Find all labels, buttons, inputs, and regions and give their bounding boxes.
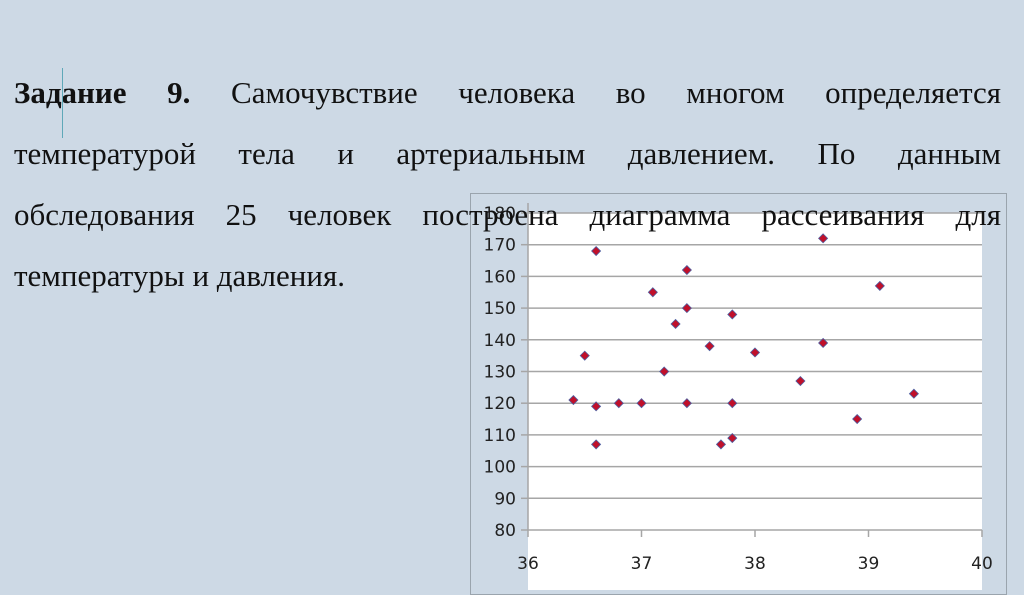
x-tick-label: 40 xyxy=(971,554,993,574)
x-tick-label: 37 xyxy=(631,554,653,574)
y-tick-label: 120 xyxy=(484,394,516,414)
y-tick-label: 100 xyxy=(484,458,516,478)
text-cursor xyxy=(62,68,63,138)
task-line-1: Задание 9. Самочувствие человека во мног… xyxy=(14,75,1002,110)
y-tick-label: 130 xyxy=(484,363,516,383)
task-line-2: температурой тела и артериальным давлени… xyxy=(14,136,1001,171)
x-tick-label: 39 xyxy=(858,554,880,574)
task-line-4: температуры и давления. xyxy=(14,258,345,293)
y-tick-label: 140 xyxy=(484,331,516,351)
x-tick-label: 36 xyxy=(517,554,539,574)
y-tick-label: 80 xyxy=(494,521,516,541)
task-text: Задание 9. Самочувствие человека во мног… xyxy=(14,62,1001,306)
task-line-3: обследования 25 человек построена диагра… xyxy=(14,197,1001,232)
y-tick-label: 90 xyxy=(494,489,516,509)
y-tick-label: 110 xyxy=(484,426,516,446)
x-tick-label: 38 xyxy=(744,554,766,574)
task-label: Задание 9. xyxy=(14,75,191,110)
